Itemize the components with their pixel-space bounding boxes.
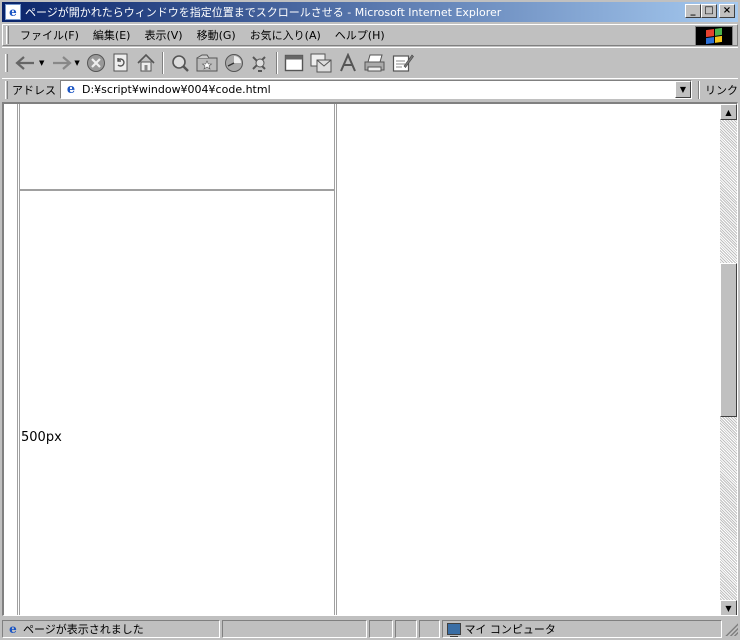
status-pane-lock	[368, 620, 393, 638]
history-icon	[224, 53, 243, 72]
toolbar-separator	[161, 51, 164, 74]
toolbar-separator	[275, 51, 278, 74]
scroll-down-button[interactable]: ▼	[720, 600, 737, 615]
status-message-pane: e ページが表示されました	[2, 620, 221, 638]
channels-button[interactable]	[250, 51, 270, 75]
status-zone: マイ コンピュータ	[464, 623, 556, 636]
home-icon	[137, 53, 155, 71]
fullscreen-button[interactable]	[284, 51, 304, 75]
page-content: 500px	[4, 104, 719, 615]
favorites-icon	[196, 54, 218, 71]
search-button[interactable]	[170, 51, 190, 75]
home-button[interactable]	[136, 51, 156, 75]
table-cell-top	[19, 104, 335, 190]
cell-size-label: 500px	[21, 430, 62, 445]
ie-app-icon[interactable]: e	[5, 4, 21, 20]
stop-button[interactable]	[86, 51, 106, 75]
menu-favorites[interactable]: お気に入り(A)	[243, 27, 328, 43]
status-message: ページが表示されました	[23, 623, 144, 636]
menu-edit[interactable]: 編集(E)	[86, 27, 138, 43]
maximize-button[interactable]: □	[701, 4, 717, 18]
channels-icon	[252, 55, 266, 72]
forward-dropdown-icon[interactable]: ▼	[74, 59, 79, 67]
print-button[interactable]	[364, 51, 386, 75]
search-icon	[171, 54, 189, 72]
back-icon	[15, 55, 34, 70]
address-grip[interactable]	[5, 80, 8, 99]
menu-help[interactable]: ヘルプ(H)	[328, 27, 392, 43]
refresh-icon	[113, 53, 128, 71]
window-controls: _ □ ×	[685, 4, 735, 18]
resize-grip-icon[interactable]	[724, 622, 738, 636]
links-label[interactable]: リンク	[698, 80, 738, 99]
page-icon: e	[66, 82, 76, 97]
favorites-button[interactable]	[196, 51, 218, 75]
history-button[interactable]	[224, 51, 244, 75]
scroll-up-button[interactable]: ▲	[720, 104, 737, 120]
windows-logo-icon	[695, 26, 733, 46]
scroll-thumb[interactable]	[720, 263, 737, 417]
page-viewport[interactable]: 500px ▲ ▼	[2, 102, 738, 616]
status-pane-1	[394, 620, 417, 638]
table-border-left	[17, 104, 18, 615]
menu-grip[interactable]	[6, 26, 9, 44]
address-dropdown-button[interactable]: ▼	[675, 81, 691, 98]
table-cell-main	[19, 190, 335, 615]
toolbar-grip[interactable]	[5, 53, 8, 72]
back-button[interactable]: ▼	[15, 51, 44, 75]
menu-go[interactable]: 移動(G)	[190, 27, 243, 43]
status-bar: e ページが表示されました マイ コンピュータ	[0, 618, 740, 640]
status-pane-progress	[222, 620, 367, 638]
page-status-icon: e	[9, 622, 17, 636]
table-border-right	[336, 104, 337, 615]
stop-icon	[86, 53, 105, 72]
address-label: アドレス	[12, 83, 56, 97]
print-icon	[364, 54, 385, 71]
forward-button[interactable]: ▼	[50, 51, 80, 75]
mail-icon	[310, 53, 332, 72]
close-button[interactable]: ×	[719, 4, 735, 18]
forward-icon	[53, 55, 73, 70]
menu-view[interactable]: 表示(V)	[137, 27, 189, 43]
status-zone-pane[interactable]: マイ コンピュータ	[442, 620, 723, 638]
refresh-button[interactable]	[112, 51, 130, 75]
status-pane-2	[418, 620, 441, 638]
computer-icon	[447, 623, 462, 637]
back-dropdown-icon[interactable]: ▼	[39, 59, 44, 67]
standard-toolbar: ▼ ▼	[2, 47, 738, 77]
font-button[interactable]	[338, 51, 358, 75]
address-input[interactable]: e D:¥script¥window¥004¥code.html ▼	[60, 80, 692, 99]
font-icon	[339, 52, 356, 71]
mail-button[interactable]	[310, 51, 332, 75]
window-title: ページが開かれたらウィンドウを指定位置までスクロールさせる - Microsof…	[25, 6, 502, 19]
vertical-scrollbar[interactable]: ▲ ▼	[720, 104, 737, 615]
menu-file[interactable]: ファイル(F)	[13, 27, 86, 43]
menu-bar: ファイル(F) 編集(E) 表示(V) 移動(G) お気に入り(A) ヘルプ(H…	[2, 24, 738, 46]
title-bar[interactable]: e ページが開かれたらウィンドウを指定位置までスクロールさせる - Micros…	[2, 2, 738, 22]
address-url[interactable]: D:¥script¥window¥004¥code.html	[82, 83, 271, 96]
fullscreen-icon	[284, 54, 303, 71]
edit-icon	[392, 54, 414, 72]
edit-button[interactable]	[392, 51, 414, 75]
minimize-button[interactable]: _	[685, 4, 701, 18]
address-bar: アドレス e D:¥script¥window¥004¥code.html ▼ …	[2, 78, 738, 100]
